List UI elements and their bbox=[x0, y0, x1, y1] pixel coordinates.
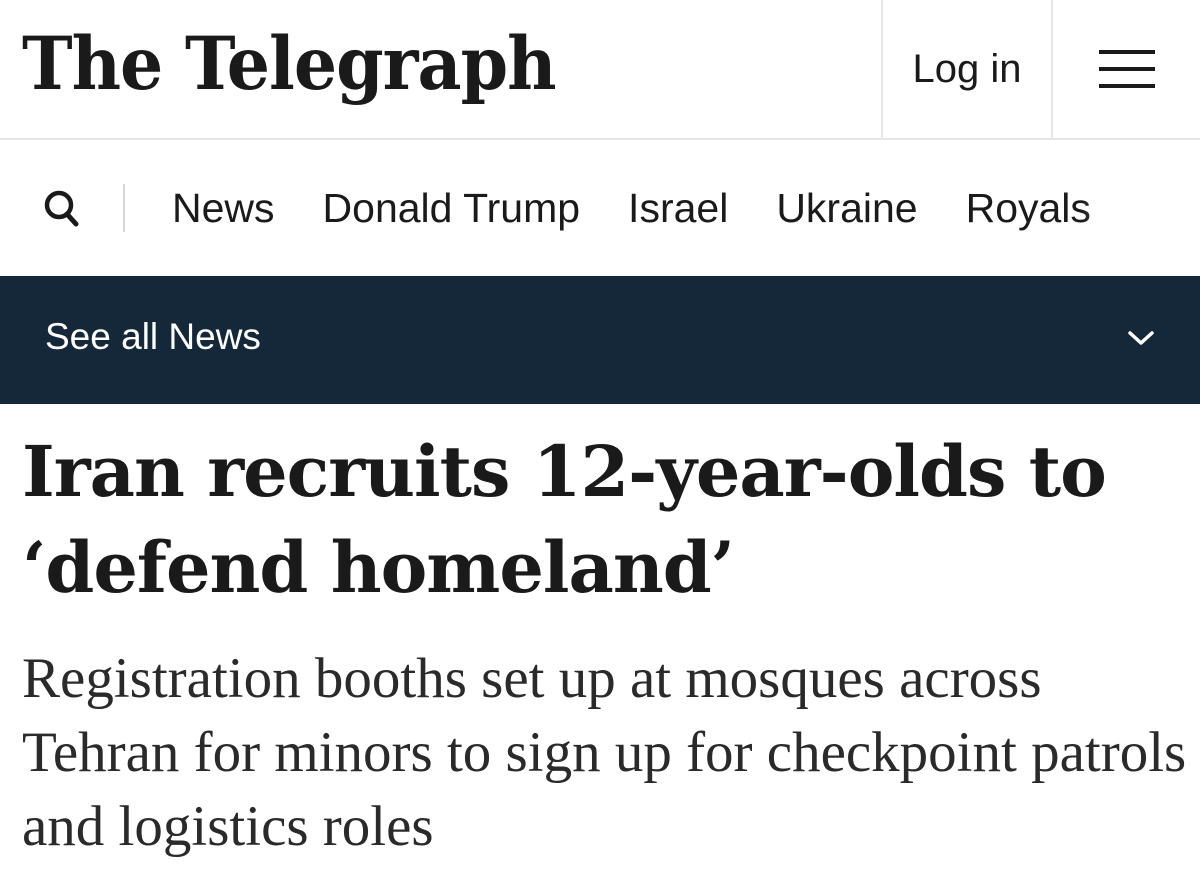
site-logo[interactable]: The Telegraph bbox=[22, 10, 557, 118]
nav-item-donald-trump[interactable]: Donald Trump bbox=[323, 185, 581, 232]
site-header: The Telegraph Log in bbox=[0, 0, 1200, 140]
primary-nav: News Donald Trump Israel Ukraine Royals bbox=[0, 140, 1200, 276]
see-all-news-label: See all News bbox=[45, 316, 261, 357]
nav-divider bbox=[123, 184, 125, 232]
nav-item-ukraine[interactable]: Ukraine bbox=[776, 185, 917, 232]
hamburger-menu-icon bbox=[1098, 50, 1155, 88]
nav-item-israel[interactable]: Israel bbox=[628, 185, 728, 232]
menu-button[interactable] bbox=[1053, 0, 1200, 138]
nav-item-news[interactable]: News bbox=[172, 185, 275, 232]
chevron-down-icon bbox=[1126, 328, 1156, 348]
article-standfirst: Registration booths set up at mosques ac… bbox=[22, 647, 1187, 858]
article-headline: Iran recruits 12-year-olds to ‘defend ho… bbox=[22, 430, 1107, 609]
nav-item-royals[interactable]: Royals bbox=[966, 185, 1091, 232]
nav-items: News Donald Trump Israel Ukraine Royals bbox=[172, 178, 1139, 238]
login-button[interactable]: Log in bbox=[881, 0, 1053, 138]
see-all-news-bar[interactable]: See all News bbox=[0, 276, 1200, 404]
search-icon[interactable] bbox=[42, 188, 82, 230]
